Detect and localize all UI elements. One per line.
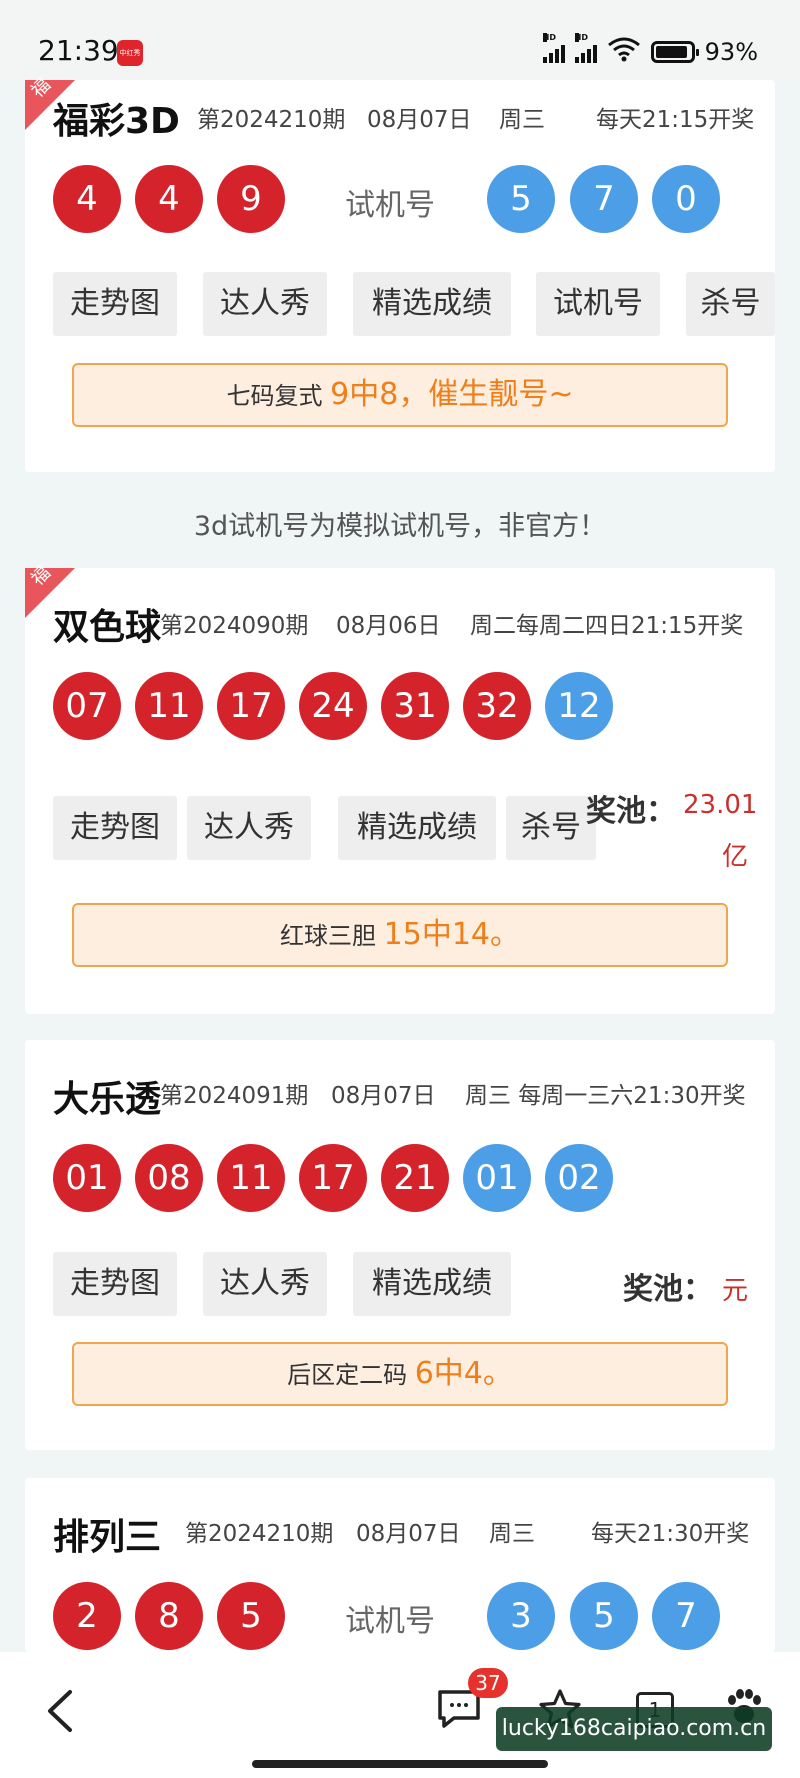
ball-blue: 01 <box>463 1144 531 1212</box>
ball-red: 4 <box>135 165 203 233</box>
back-arrow-icon[interactable] <box>44 1688 74 1746</box>
lottery-issue: 第2024210期 <box>185 1521 334 1547</box>
lottery-name: 双色球 <box>53 607 162 648</box>
ball-red: 08 <box>135 1144 203 1212</box>
battery-percent: 93% <box>704 38 758 66</box>
promo-banner[interactable]: 七码复式 9中8，催生靓号~ <box>72 363 728 427</box>
lottery-issue: 第2024210期 <box>197 107 346 133</box>
prize-pool-unit: 元 <box>722 1276 749 1306</box>
card-dlt[interactable]: 大乐透 第2024091期 08月07日 周三 每周一三六21:30开奖 01 … <box>25 1040 775 1450</box>
prize-pool-value: 23.01 <box>683 790 758 820</box>
trial-number-label: 试机号 <box>345 1604 435 1639</box>
promo-banner[interactable]: 后区定二码 6中4。 <box>72 1342 728 1406</box>
promo-highlight: 9中8，催生靓号~ <box>330 377 574 412</box>
lottery-schedule: 周三 每周一三六21:30开奖 <box>465 1083 746 1109</box>
promo-highlight: 15中14。 <box>383 917 520 952</box>
lottery-date: 08月07日 <box>331 1083 436 1109</box>
lottery-issue: 第2024090期 <box>160 613 309 639</box>
trial-number-button[interactable]: 试机号 <box>536 272 660 336</box>
ball-blue: 5 <box>487 165 555 233</box>
prize-pool-label: 奖池： <box>586 794 676 829</box>
ball-red: 9 <box>217 165 285 233</box>
lottery-schedule: 周二每周二四日21:15开奖 <box>470 613 744 639</box>
trend-chart-button[interactable]: 走势图 <box>53 796 177 860</box>
lottery-date: 08月07日 <box>356 1521 461 1547</box>
expert-show-button[interactable]: 达人秀 <box>187 796 311 860</box>
ball-red: 07 <box>53 672 121 740</box>
wifi-icon <box>607 36 641 68</box>
status-time: 21:39 <box>38 34 119 67</box>
app-notification-icon: 中红秀 <box>117 40 143 66</box>
ball-blue: 7 <box>570 165 638 233</box>
trial-number-label: 试机号 <box>345 188 435 223</box>
card-pl3[interactable]: 排列三 第2024210期 08月07日 周三 每天21:30开奖 2 8 5 … <box>25 1478 775 1652</box>
ball-blue: 3 <box>487 1582 555 1650</box>
comment-count-badge: 37 <box>468 1668 508 1698</box>
signal-icon: HD <box>542 33 565 63</box>
ball-red: 32 <box>463 672 531 740</box>
promo-banner[interactable]: 红球三胆 15中14。 <box>72 903 728 967</box>
ball-red: 01 <box>53 1144 121 1212</box>
card-ssq[interactable]: 福 双色球 第2024090期 08月06日 周二每周二四日21:15开奖 07… <box>25 562 775 1014</box>
promo-prefix: 后区定二码 <box>287 1361 408 1389</box>
kill-number-button[interactable]: 杀号 <box>686 272 775 336</box>
trend-chart-button[interactable]: 走势图 <box>53 1252 177 1316</box>
selected-results-button[interactable]: 精选成绩 <box>338 796 496 860</box>
promo-prefix: 红球三胆 <box>280 922 376 950</box>
lottery-issue: 第2024091期 <box>160 1083 309 1109</box>
signal-2-icon: HD <box>574 33 597 63</box>
promo-highlight: 6中4。 <box>414 1356 513 1391</box>
ball-blue: 02 <box>545 1144 613 1212</box>
ball-blue: 7 <box>652 1582 720 1650</box>
home-indicator[interactable] <box>252 1760 548 1768</box>
lottery-name: 福彩3D <box>53 101 180 142</box>
lottery-name: 排列三 <box>53 1517 162 1558</box>
ball-red: 8 <box>135 1582 203 1650</box>
ball-red: 11 <box>217 1144 285 1212</box>
promo-prefix: 七码复式 <box>226 382 323 410</box>
lottery-date: 08月06日 <box>336 613 441 639</box>
ball-red: 5 <box>217 1582 285 1650</box>
battery-icon <box>650 41 699 63</box>
ball-red: 31 <box>381 672 449 740</box>
trend-chart-button[interactable]: 走势图 <box>53 272 177 336</box>
ball-blue: 5 <box>570 1582 638 1650</box>
ball-red: 17 <box>299 1144 367 1212</box>
lottery-schedule: 每天21:30开奖 <box>591 1521 750 1547</box>
prize-pool-label: 奖池： <box>623 1272 713 1307</box>
card-fucai3d[interactable]: 福 福彩3D 第2024210期 08月07日 周三 每天21:15开奖 4 4… <box>25 74 775 472</box>
lottery-date: 08月07日 <box>367 107 472 133</box>
status-bar: 21:39 中红秀 HD HD 93% <box>0 0 800 80</box>
trial-number-notice: 3d试机号为模拟试机号，非官方！ <box>193 511 607 542</box>
prize-pool-unit: 亿 <box>722 842 749 872</box>
ball-red: 17 <box>217 672 285 740</box>
lottery-weekday: 周三 <box>499 107 545 133</box>
ball-red: 11 <box>135 672 203 740</box>
selected-results-button[interactable]: 精选成绩 <box>353 272 511 336</box>
ball-red: 4 <box>53 165 121 233</box>
ball-red: 21 <box>381 1144 449 1212</box>
expert-show-button[interactable]: 达人秀 <box>203 272 327 336</box>
ball-red: 2 <box>53 1582 121 1650</box>
selected-results-button[interactable]: 精选成绩 <box>353 1252 511 1316</box>
lottery-schedule: 每天21:15开奖 <box>596 107 755 133</box>
ball-blue: 0 <box>652 165 720 233</box>
ball-blue: 12 <box>545 672 613 740</box>
lottery-name: 大乐透 <box>53 1079 162 1120</box>
ball-red: 24 <box>299 672 367 740</box>
kill-number-button[interactable]: 杀号 <box>506 796 596 860</box>
site-watermark: lucky168caipiao.com.cn <box>496 1707 772 1751</box>
expert-show-button[interactable]: 达人秀 <box>203 1252 327 1316</box>
lottery-weekday: 周三 <box>489 1521 535 1547</box>
